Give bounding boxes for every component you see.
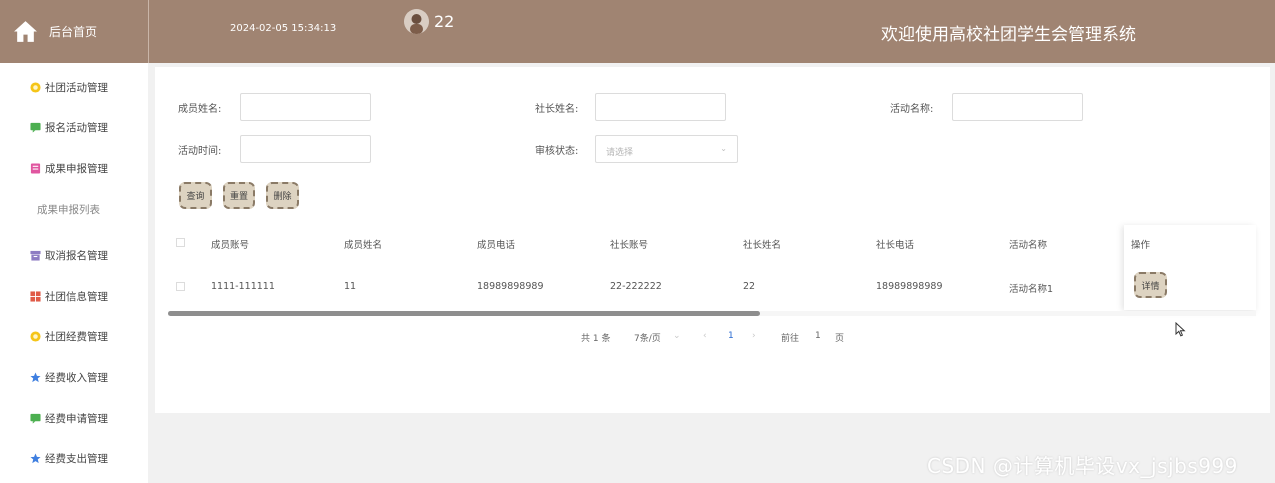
pagination-current-page[interactable]: 1: [728, 331, 734, 341]
sidebar-item-label: 经费收入管理: [45, 371, 108, 384]
sidebar-item-funds-application[interactable]: 经费申请管理: [0, 403, 148, 433]
document-icon: [30, 162, 41, 174]
activity-name-input[interactable]: [952, 93, 1083, 121]
row-checkbox[interactable]: [176, 282, 185, 291]
review-status-select[interactable]: 请选择 ⌄: [595, 135, 738, 163]
reset-button[interactable]: 重置: [223, 182, 255, 209]
president-name-label: 社长姓名:: [535, 104, 579, 115]
pagination-page-size[interactable]: 7条/页: [634, 331, 661, 344]
sidebar-item-club-activity[interactable]: 社团活动管理: [0, 72, 148, 102]
home-icon: [14, 21, 37, 42]
horizontal-scrollbar-thumb[interactable]: [168, 311, 760, 316]
sidebar-item-label: 成果申报管理: [45, 162, 108, 175]
chat-icon: [30, 413, 41, 424]
column-header[interactable]: 社长电话: [876, 237, 914, 251]
table-cell: 11: [344, 281, 357, 292]
sidebar-item-cancel-signup[interactable]: 取消报名管理: [0, 240, 148, 270]
star-icon: [30, 371, 41, 382]
sidebar-item-label: 社团经费管理: [45, 330, 108, 343]
sidebar-item-funds-expense[interactable]: 经费支出管理: [0, 443, 148, 473]
review-status-placeholder: 请选择: [606, 148, 634, 158]
column-header[interactable]: 成员姓名: [344, 237, 382, 251]
sidebar-item-label: 报名活动管理: [45, 121, 108, 134]
system-title: 欢迎使用高校社团学生会管理系统: [881, 25, 1136, 45]
query-button[interactable]: 查询: [179, 182, 212, 209]
mouse-cursor-icon: [1175, 322, 1186, 337]
sidebar-item-label: 经费申请管理: [45, 412, 108, 425]
column-header[interactable]: 社长账号: [610, 237, 648, 251]
sidebar-item-club-info[interactable]: 社团信息管理: [0, 281, 148, 311]
grid-icon: [30, 290, 41, 302]
home-label: 后台首页: [49, 25, 98, 39]
table-cell: 18989898989: [876, 281, 943, 292]
sidebar: 社团活动管理 报名活动管理 成果申报管理 成果申报列表 取消报名管理 社团信息管…: [0, 63, 148, 483]
sidebar-subitem-achievement-list[interactable]: 成果申报列表: [0, 194, 148, 224]
president-name-input[interactable]: [595, 93, 726, 121]
review-status-label: 审核状态:: [535, 146, 579, 157]
column-header[interactable]: 成员账号: [211, 237, 249, 251]
chat-icon: [30, 122, 41, 133]
sidebar-item-achievement[interactable]: 成果申报管理: [0, 153, 148, 183]
column-header[interactable]: 社长姓名: [743, 237, 781, 251]
member-name-input[interactable]: [240, 93, 371, 121]
top-header: 后台首页 2024-02-05 15:34:13 22 欢迎使用高校社团学生会管…: [0, 0, 1275, 63]
pagination-total: 共 1 条: [581, 334, 611, 344]
detail-button[interactable]: 详情: [1134, 272, 1167, 298]
table-cell: 18989898989: [477, 281, 544, 292]
avatar[interactable]: [404, 9, 429, 34]
delete-button[interactable]: 删除: [266, 182, 299, 209]
activity-time-input[interactable]: [240, 135, 371, 163]
column-header[interactable]: 活动名称: [1009, 237, 1047, 251]
pagination-goto-input[interactable]: 1: [815, 331, 821, 341]
current-datetime: 2024-02-05 15:34:13: [230, 23, 337, 34]
avatar-image: [404, 9, 429, 34]
sidebar-item-club-funds[interactable]: 社团经费管理: [0, 321, 148, 351]
table-cell: 22: [743, 281, 756, 292]
table-cell: 1111-111111: [211, 281, 275, 292]
home-link[interactable]: 后台首页: [0, 0, 149, 63]
pagination-goto-label: 前往: [781, 334, 800, 344]
sidebar-subitem-label: 成果申报列表: [37, 203, 100, 216]
prev-page-icon[interactable]: ‹: [703, 331, 707, 341]
star-icon: [30, 452, 41, 463]
operation-column: 操作 详情: [1124, 225, 1256, 310]
sidebar-item-signup-activity[interactable]: 报名活动管理: [0, 112, 148, 142]
column-header[interactable]: 操作: [1131, 237, 1150, 251]
select-all-checkbox[interactable]: [176, 238, 185, 247]
pagination-page-unit: 页: [835, 334, 845, 344]
table-cell: 活动名称1: [1009, 284, 1054, 295]
chevron-down-icon[interactable]: ⌄: [673, 331, 681, 341]
activity-name-label: 活动名称:: [890, 104, 934, 115]
table-cell: 22-222222: [610, 281, 662, 292]
watermark: CSDN @计算机毕设vx_jsjbs999: [927, 454, 1238, 478]
sidebar-item-label: 经费支出管理: [45, 452, 108, 465]
chevron-down-icon: ⌄: [720, 144, 727, 153]
star-badge-icon: [30, 81, 41, 93]
column-header[interactable]: 成员电话: [477, 237, 515, 251]
sidebar-item-funds-income[interactable]: 经费收入管理: [0, 362, 148, 392]
archive-icon: [30, 250, 41, 261]
username[interactable]: 22: [434, 12, 454, 31]
star-badge-icon: [30, 330, 41, 342]
next-page-icon[interactable]: ›: [752, 331, 756, 341]
sidebar-item-label: 社团信息管理: [45, 290, 108, 303]
activity-time-label: 活动时间:: [178, 146, 222, 157]
sidebar-item-label: 取消报名管理: [45, 249, 108, 262]
sidebar-item-label: 社团活动管理: [45, 81, 108, 94]
main-panel: 成员姓名: 社长姓名: 活动名称: 活动时间: 审核状态: 请选择 ⌄ 查询 重…: [155, 67, 1270, 413]
member-name-label: 成员姓名:: [178, 104, 222, 115]
